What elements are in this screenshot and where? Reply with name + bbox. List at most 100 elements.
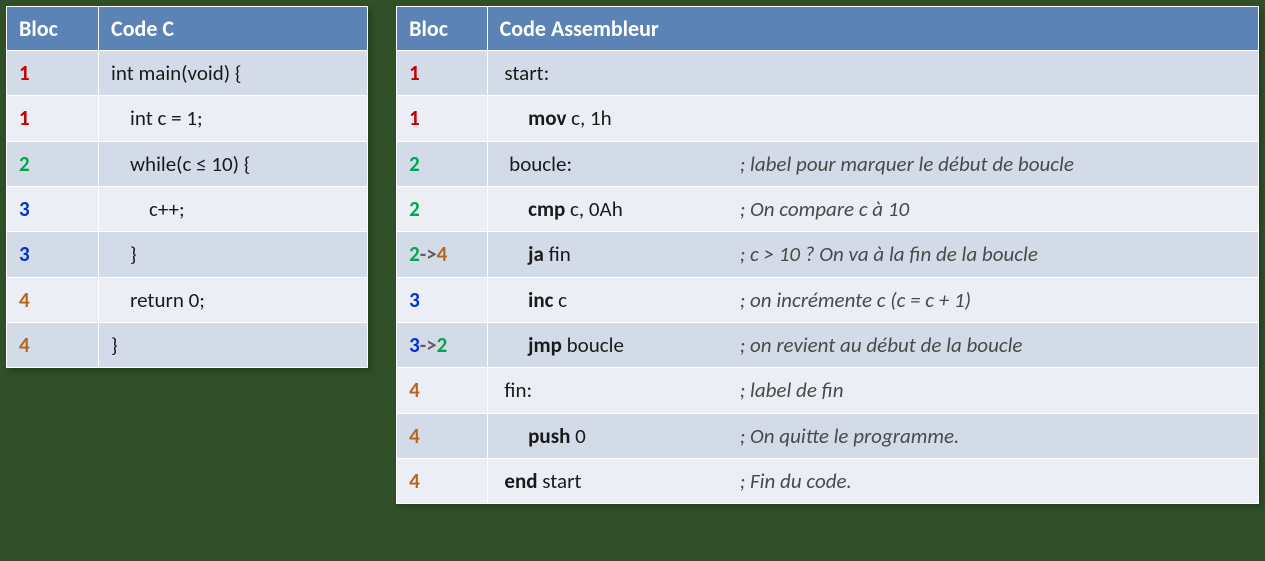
code-cell: jmp boucle; on revient au début de la bo… (487, 323, 1258, 368)
asm-comment: ; on incrémente c (c = c + 1) (740, 286, 1246, 314)
bloc-seg: 2 (409, 241, 420, 267)
asm-line: start: (500, 59, 1246, 87)
bloc-cell: 4 (7, 323, 99, 368)
table-row: 1 int c = 1; (7, 96, 368, 141)
bloc-seg: 4 (409, 377, 420, 403)
table-row: 2 while(c ≤ 10) { (7, 141, 368, 186)
table-row: 3 inc c; on incrémente c (c = c + 1) (397, 277, 1259, 322)
asm-instr: start: (500, 59, 740, 87)
bloc-cell: 1 (397, 96, 488, 141)
code-text: c (553, 287, 567, 313)
table-row: 3 } (7, 232, 368, 277)
bloc-seg: 1 (409, 60, 420, 86)
asm-instr: inc c (500, 286, 740, 314)
asm-keyword: mov (528, 105, 566, 131)
asm-instr: fin: (500, 376, 740, 404)
table-row: 4 fin:; label de fin (397, 368, 1259, 413)
asm-keyword: cmp (528, 196, 565, 222)
table-asm-header-bloc: Bloc (397, 7, 488, 51)
code-text: fin: (504, 377, 532, 403)
asm-keyword: end (504, 468, 537, 494)
table-row: 4} (7, 323, 368, 368)
bloc-seg: 1 (19, 105, 30, 131)
code-cell: inc c; on incrémente c (c = c + 1) (487, 277, 1258, 322)
asm-line: ja fin; c > 10 ? On va à la fin de la bo… (500, 240, 1246, 268)
bloc-seg: 2 (409, 196, 420, 222)
code-cell: } (99, 323, 368, 368)
asm-comment: ; Fin du code. (740, 467, 1246, 495)
table-row: 2 cmp c, 0Ah ; On compare c à 10 (397, 187, 1259, 232)
code-cell: cmp c, 0Ah ; On compare c à 10 (487, 187, 1258, 232)
bloc-seg: 2 (437, 332, 448, 358)
asm-comment: ; On compare c à 10 (740, 195, 1246, 223)
table-asm-body: 1 start:1 mov c, 1h2 boucle:; label pour… (397, 51, 1259, 504)
bloc-cell: 4 (397, 459, 488, 504)
code-text: fin (544, 241, 571, 267)
bloc-cell: 2->4 (397, 232, 488, 277)
code-cell: boucle:; label pour marquer le début de … (487, 141, 1258, 186)
bloc-seg: -> (420, 332, 437, 358)
table-row: 3 c++; (7, 187, 368, 232)
code-cell: int main(void) { (99, 51, 368, 96)
bloc-seg: 3 (409, 287, 420, 313)
bloc-seg: 3 (19, 241, 30, 267)
bloc-seg: 4 (409, 423, 420, 449)
table-asm: Bloc Code Assembleur 1 start:1 mov c, 1h… (396, 6, 1259, 504)
code-cell: push 0; On quitte le programme. (487, 413, 1258, 458)
bloc-seg: 3 (19, 196, 30, 222)
table-row: 4 end start ; Fin du code. (397, 459, 1259, 504)
asm-keyword: jmp (528, 332, 562, 358)
asm-comment (740, 104, 1246, 132)
table-row: 3->2 jmp boucle; on revient au début de … (397, 323, 1259, 368)
code-text: return 0; (130, 287, 205, 313)
asm-instr: push 0 (500, 422, 740, 450)
bloc-cell: 3->2 (397, 323, 488, 368)
code-cell: } (99, 232, 368, 277)
code-cell: ja fin; c > 10 ? On va à la fin de la bo… (487, 232, 1258, 277)
code-text: } (130, 241, 137, 267)
bloc-cell: 4 (397, 368, 488, 413)
code-text: int c = 1; (130, 105, 203, 131)
bloc-cell: 3 (397, 277, 488, 322)
asm-comment: ; on revient au début de la boucle (740, 331, 1246, 359)
asm-line: end start ; Fin du code. (500, 467, 1246, 495)
bloc-cell: 4 (397, 413, 488, 458)
bloc-cell: 4 (7, 277, 99, 322)
bloc-seg: 1 (19, 60, 30, 86)
code-cell: fin:; label de fin (487, 368, 1258, 413)
table-row: 1 mov c, 1h (397, 96, 1259, 141)
bloc-seg: 4 (19, 332, 30, 358)
bloc-seg: 4 (409, 468, 420, 494)
table-row: 1 int main(void) { (7, 51, 368, 96)
bloc-cell: 2 (7, 141, 99, 186)
code-text: c, 1h (566, 105, 611, 131)
code-cell: start: (487, 51, 1258, 96)
code-text: start: (504, 60, 549, 86)
bloc-seg: 4 (437, 241, 448, 267)
asm-line: cmp c, 0Ah ; On compare c à 10 (500, 195, 1246, 223)
bloc-cell: 1 (397, 51, 488, 96)
code-text: } (111, 332, 118, 358)
code-text: int main(void) { (111, 60, 241, 86)
code-text: start (538, 468, 582, 494)
asm-keyword: inc (528, 287, 553, 313)
code-text: c++; (149, 196, 185, 222)
asm-instr: jmp boucle (500, 331, 740, 359)
table-row: 1 start: (397, 51, 1259, 96)
code-text: while(c ≤ 10) { (130, 151, 250, 177)
code-text: c, 0Ah (565, 196, 622, 222)
asm-line: inc c; on incrémente c (c = c + 1) (500, 286, 1246, 314)
asm-instr: boucle: (500, 150, 740, 178)
code-text: boucle (562, 332, 624, 358)
asm-keyword: ja (528, 241, 544, 267)
bloc-seg: 4 (19, 287, 30, 313)
code-cell: mov c, 1h (487, 96, 1258, 141)
asm-line: mov c, 1h (500, 104, 1246, 132)
code-text: 0 (570, 423, 585, 449)
asm-line: jmp boucle; on revient au début de la bo… (500, 331, 1246, 359)
bloc-seg: 3 (409, 332, 420, 358)
asm-line: fin:; label de fin (500, 376, 1246, 404)
asm-comment: ; c > 10 ? On va à la fin de la boucle (740, 240, 1246, 268)
table-c-header-code: Code C (99, 7, 368, 51)
asm-instr: ja fin (500, 240, 740, 268)
